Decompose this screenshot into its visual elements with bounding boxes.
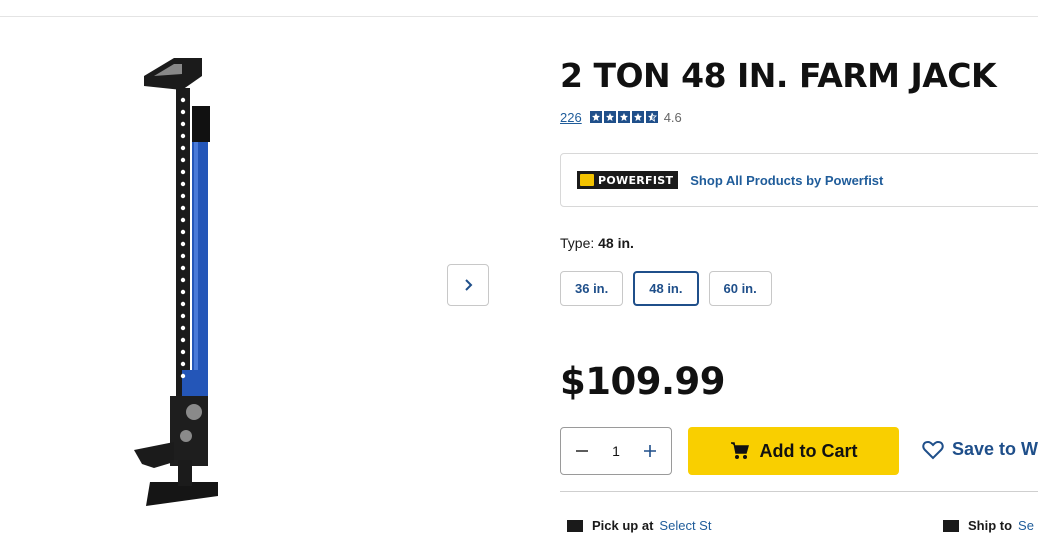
quantity-value[interactable]: 1 <box>612 443 620 459</box>
decrease-quantity-button[interactable] <box>573 442 591 460</box>
half-star-icon <box>645 111 658 123</box>
product-image <box>134 58 218 506</box>
rating-row: 226 4.6 <box>560 109 682 125</box>
top-divider <box>0 16 1038 17</box>
brand-badge-icon <box>580 174 594 186</box>
type-selected-value: 48 in. <box>598 235 634 251</box>
type-option-36[interactable]: 36 in. <box>560 271 624 306</box>
fulfillment-divider <box>560 491 1038 492</box>
powerfist-logo[interactable]: POWERFIST <box>577 171 679 189</box>
brand-box: POWERFIST Shop All Products by Powerfist <box>560 153 1038 207</box>
heart-icon <box>922 440 944 459</box>
rating-stars <box>589 111 658 123</box>
next-image-button[interactable] <box>447 264 489 306</box>
type-label-text: Type: <box>560 235 595 251</box>
minus-icon <box>576 450 588 452</box>
star-icon <box>603 111 616 123</box>
add-to-cart-label: Add to Cart <box>759 440 858 461</box>
star-icon <box>589 111 602 123</box>
rating-value: 4.6 <box>663 109 682 125</box>
star-icon <box>631 111 644 123</box>
brand-logo-text: POWERFIST <box>598 173 674 187</box>
cart-icon <box>730 442 749 459</box>
type-option-60[interactable]: 60 in. <box>708 271 772 306</box>
add-to-cart-button[interactable]: Add to Cart <box>688 427 899 475</box>
review-count-link[interactable]: 226 <box>560 110 582 125</box>
increase-quantity-button[interactable] <box>641 442 659 460</box>
type-label: Type: 48 in. <box>560 235 634 251</box>
save-to-wishlist-label: Save to Wi <box>952 439 1038 459</box>
type-option-48[interactable]: 48 in. <box>633 271 699 306</box>
plus-icon <box>643 445 656 457</box>
shop-brand-link[interactable]: Shop All Products by Powerfist <box>690 173 883 188</box>
star-icon <box>617 111 630 123</box>
product-title: 2 TON 48 IN. FARM JACK <box>560 56 997 95</box>
chevron-right-icon <box>465 279 473 291</box>
quantity-stepper: 1 <box>560 427 672 475</box>
save-to-wishlist-button[interactable]: Save to Wi <box>922 439 1038 460</box>
type-options: 36 in. 48 in. 60 in. <box>560 271 772 306</box>
price: $109.99 <box>560 360 726 403</box>
